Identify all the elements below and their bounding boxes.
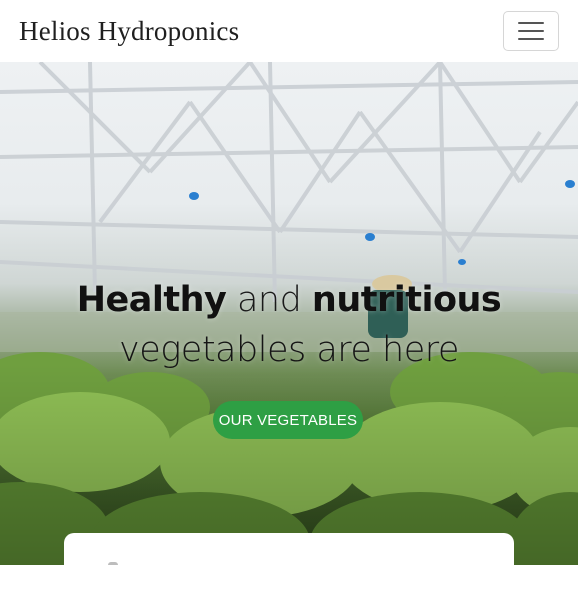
headline-bold-nutritious: nutritious [311,280,502,320]
menu-toggle-button[interactable] [503,11,559,51]
content-card [64,533,514,593]
hero-headline-line1: Healthy and nutritious [0,280,578,320]
brand-logo-text[interactable]: Helios Hydroponics [19,16,239,47]
hamburger-icon-bar [518,38,544,40]
hamburger-icon [518,22,544,24]
card-top-mark [108,562,118,568]
headline-connector: and [226,280,312,320]
hero-headline-line2: vegetables are here [119,330,459,370]
hero-banner: Healthy and nutritious vegetables are he… [0,62,578,565]
our-vegetables-button[interactable]: OUR VEGETABLES [213,401,363,439]
hamburger-icon-bar [518,30,544,32]
headline-bold-healthy: Healthy [76,280,227,320]
navbar: Helios Hydroponics [0,0,578,62]
